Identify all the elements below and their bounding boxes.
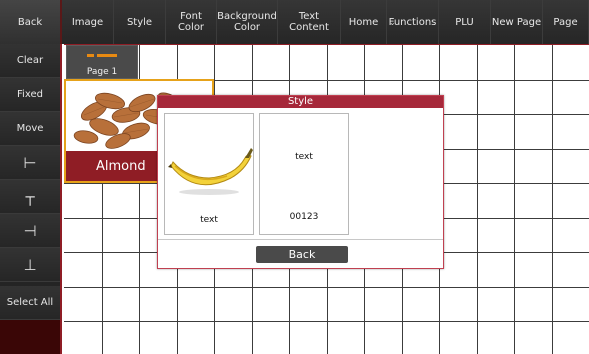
style-dialog: Style text text 00123 Back [157,95,444,269]
grid-line-vertical [514,45,515,354]
page-tab-label: Page 1 [86,67,118,77]
grid-line-vertical [477,45,478,354]
functions-label: Functions [388,16,437,28]
plu-button[interactable]: PLU [439,0,491,44]
font-color-button[interactable]: Font Color [166,0,217,44]
grid-line-horizontal [64,287,589,288]
style-button[interactable]: Style [114,0,166,44]
clear-button[interactable]: Clear [0,44,60,78]
back-button[interactable]: Back [0,0,62,44]
card-code-label: 00123 [289,212,319,222]
grid-line-horizontal [64,321,589,322]
align-bottom-icon[interactable]: ⊥ [0,248,60,282]
sidebar-footer [0,320,60,354]
dialog-back-button[interactable]: Back [256,246,348,263]
image-button[interactable]: Image [62,0,114,44]
page-tab-1[interactable]: Page 1 [66,45,138,79]
style-option-text-code[interactable]: text 00123 [259,113,349,235]
move-button[interactable]: Move [0,112,60,146]
left-sidebar: Clear Fixed Move ⊢ ┬ ⊣ ⊥ Select All [0,44,62,354]
background-color-button[interactable]: Background Color [217,0,278,44]
align-right-icon[interactable]: ⊣ [0,214,60,248]
grid-line-vertical [552,45,553,354]
chevron-down-icon: ⌄ [389,18,396,27]
align-left-icon[interactable]: ⊢ [0,146,60,180]
fixed-button[interactable]: Fixed [0,78,60,112]
page-indicator-dash [87,54,94,57]
style-option-image-text[interactable]: text [164,113,254,235]
card-text-label: text [200,215,218,225]
page-button[interactable]: Page [543,0,589,44]
page-indicator-dash [97,54,117,57]
new-page-button[interactable]: New Page [491,0,543,44]
align-top-icon[interactable]: ┬ [0,180,60,214]
home-button[interactable]: Home [341,0,387,44]
select-all-button[interactable]: Select All [0,286,60,320]
banana-image [168,148,253,195]
dialog-title: Style [158,96,443,108]
dialog-body: text text 00123 [158,108,443,240]
functions-button[interactable]: ⌄ Functions [387,0,439,44]
card-text-label: text [295,152,313,162]
top-toolbar: Back Image Style Font Color Background C… [0,0,589,44]
text-content-button[interactable]: Text Content [278,0,341,44]
